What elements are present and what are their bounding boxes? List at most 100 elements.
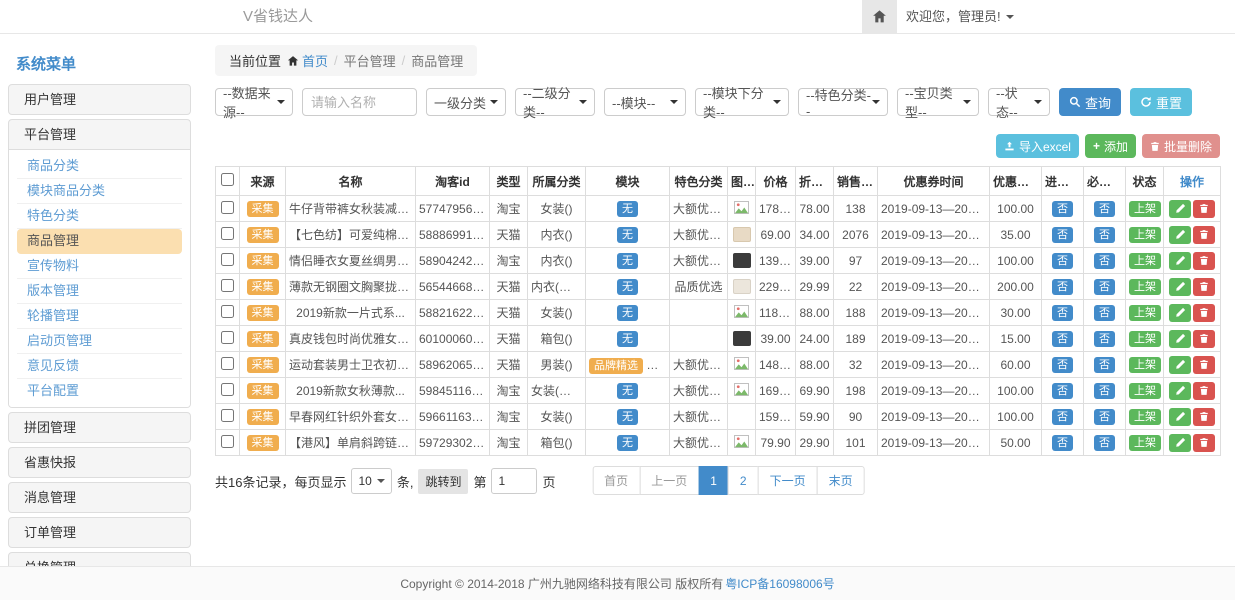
row-checkbox[interactable] (221, 253, 234, 266)
filter-select-2[interactable]: --二级分类-- (515, 88, 595, 116)
must-buy-badge[interactable]: 否 (1094, 201, 1115, 217)
edit-button[interactable] (1169, 200, 1191, 218)
per-page-select[interactable]: 10 (351, 468, 391, 494)
jump-button[interactable]: 跳转到 (418, 469, 468, 494)
import-select-badge[interactable]: 否 (1052, 201, 1073, 217)
page-button-1[interactable]: 1 (698, 466, 729, 495)
breadcrumb-home-link[interactable]: 首页 (287, 51, 328, 70)
delete-button[interactable] (1193, 200, 1215, 218)
data-source-select[interactable]: --数据来源-- (215, 88, 293, 116)
status-badge[interactable]: 上架 (1129, 253, 1161, 269)
must-buy-badge[interactable]: 否 (1094, 305, 1115, 321)
sidebar-item-平台管理[interactable]: 平台管理 (9, 120, 190, 149)
import-select-badge[interactable]: 否 (1052, 331, 1073, 347)
edit-button[interactable] (1169, 278, 1191, 296)
import-select-badge[interactable]: 否 (1052, 357, 1073, 373)
status-badge[interactable]: 上架 (1129, 435, 1161, 451)
status-badge[interactable]: 上架 (1129, 279, 1161, 295)
import-excel-button[interactable]: 导入excel (996, 134, 1079, 158)
sidebar-subitem-商品分类[interactable]: 商品分类 (17, 154, 182, 179)
page-jump-input[interactable] (491, 468, 537, 494)
sidebar-subitem-启动页管理[interactable]: 启动页管理 (17, 329, 182, 354)
filter-select-7[interactable]: --状态-- (988, 88, 1050, 116)
row-checkbox[interactable] (221, 435, 234, 448)
import-select-badge[interactable]: 否 (1052, 253, 1073, 269)
icp-link[interactable]: 粤ICP备16098006号 (725, 575, 834, 592)
status-badge[interactable]: 上架 (1129, 305, 1161, 321)
delete-button[interactable] (1193, 356, 1215, 374)
must-buy-badge[interactable]: 否 (1094, 383, 1115, 399)
search-button[interactable]: 查询 (1059, 88, 1121, 116)
must-buy-badge[interactable]: 否 (1094, 357, 1115, 373)
sidebar-subitem-特色分类[interactable]: 特色分类 (17, 204, 182, 229)
sidebar-subitem-版本管理[interactable]: 版本管理 (17, 279, 182, 304)
row-checkbox[interactable] (221, 227, 234, 240)
sidebar-subitem-轮播管理[interactable]: 轮播管理 (17, 304, 182, 329)
edit-button[interactable] (1169, 226, 1191, 244)
page-button-末页[interactable]: 末页 (817, 466, 865, 495)
import-select-badge[interactable]: 否 (1052, 409, 1073, 425)
import-select-badge[interactable]: 否 (1052, 305, 1073, 321)
row-checkbox[interactable] (221, 201, 234, 214)
home-button[interactable] (862, 0, 897, 33)
filter-select-5[interactable]: --特色分类-- (798, 88, 888, 116)
status-badge[interactable]: 上架 (1129, 201, 1161, 217)
status-badge[interactable]: 上架 (1129, 383, 1161, 399)
delete-button[interactable] (1193, 252, 1215, 270)
status-badge[interactable]: 上架 (1129, 227, 1161, 243)
import-select-badge[interactable]: 否 (1052, 435, 1073, 451)
row-checkbox[interactable] (221, 279, 234, 292)
edit-button[interactable] (1169, 356, 1191, 374)
filter-select-1[interactable]: 一级分类 (426, 88, 506, 116)
must-buy-badge[interactable]: 否 (1094, 227, 1115, 243)
select-all-checkbox[interactable] (221, 173, 234, 186)
must-buy-badge[interactable]: 否 (1094, 253, 1115, 269)
import-select-badge[interactable]: 否 (1052, 279, 1073, 295)
sidebar-subitem-宣传物料[interactable]: 宣传物料 (17, 254, 182, 279)
edit-button[interactable] (1169, 252, 1191, 270)
delete-button[interactable] (1193, 304, 1215, 322)
edit-button[interactable] (1169, 408, 1191, 426)
edit-button[interactable] (1169, 330, 1191, 348)
edit-button[interactable] (1169, 382, 1191, 400)
row-checkbox[interactable] (221, 409, 234, 422)
filter-select-6[interactable]: --宝贝类型-- (897, 88, 979, 116)
sidebar-subitem-模块商品分类[interactable]: 模块商品分类 (17, 179, 182, 204)
status-badge[interactable]: 上架 (1129, 331, 1161, 347)
status-badge[interactable]: 上架 (1129, 409, 1161, 425)
sidebar-subitem-意见反馈[interactable]: 意见反馈 (17, 354, 182, 379)
reset-button[interactable]: 重置 (1130, 88, 1192, 116)
import-select-badge[interactable]: 否 (1052, 383, 1073, 399)
sidebar-subitem-商品管理[interactable]: 商品管理 (17, 229, 182, 254)
must-buy-badge[interactable]: 否 (1094, 409, 1115, 425)
page-button-上一页[interactable]: 上一页 (639, 466, 699, 495)
sidebar-item-消息管理[interactable]: 消息管理 (9, 483, 190, 512)
sidebar-item-省惠快报[interactable]: 省惠快报 (9, 448, 190, 477)
delete-button[interactable] (1193, 278, 1215, 296)
sidebar-item-用户管理[interactable]: 用户管理 (9, 85, 190, 114)
import-select-badge[interactable]: 否 (1052, 227, 1073, 243)
row-checkbox[interactable] (221, 331, 234, 344)
row-checkbox[interactable] (221, 383, 234, 396)
edit-button[interactable] (1169, 304, 1191, 322)
delete-button[interactable] (1193, 408, 1215, 426)
must-buy-badge[interactable]: 否 (1094, 435, 1115, 451)
page-button-2[interactable]: 2 (728, 466, 759, 495)
name-search-input[interactable] (302, 88, 417, 116)
delete-button[interactable] (1193, 382, 1215, 400)
sidebar-item-拼团管理[interactable]: 拼团管理 (9, 413, 190, 442)
filter-select-4[interactable]: --模块下分类-- (695, 88, 789, 116)
page-button-首页[interactable]: 首页 (592, 466, 640, 495)
sidebar-item-订单管理[interactable]: 订单管理 (9, 518, 190, 547)
filter-select-3[interactable]: --模块-- (604, 88, 686, 116)
delete-button[interactable] (1193, 434, 1215, 452)
edit-button[interactable] (1169, 434, 1191, 452)
page-button-下一页[interactable]: 下一页 (758, 466, 818, 495)
delete-button[interactable] (1193, 330, 1215, 348)
batch-delete-button[interactable]: 批量删除 (1142, 134, 1220, 158)
must-buy-badge[interactable]: 否 (1094, 331, 1115, 347)
status-badge[interactable]: 上架 (1129, 357, 1161, 373)
must-buy-badge[interactable]: 否 (1094, 279, 1115, 295)
row-checkbox[interactable] (221, 357, 234, 370)
add-button[interactable]: + 添加 (1085, 134, 1136, 158)
